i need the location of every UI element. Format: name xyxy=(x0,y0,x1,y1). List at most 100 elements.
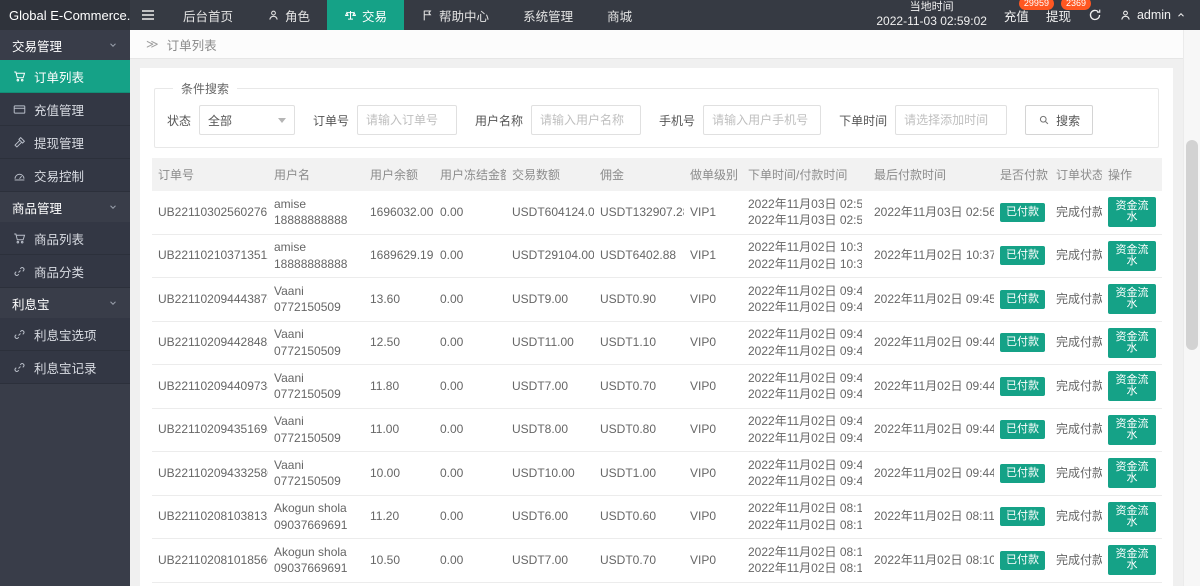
user-phone: 0772150509 xyxy=(274,430,341,445)
fund-flow-button[interactable]: 资金流水 xyxy=(1108,501,1156,532)
table-row: UB2211020943516989 Vaani 0772150509 11.0… xyxy=(152,408,1162,452)
sidebar-item-withdraw[interactable]: 提现管理 xyxy=(0,126,130,159)
sidebar-item-interest-options[interactable]: 利息宝选项 xyxy=(0,318,130,351)
paid-badge: 已付款 xyxy=(1000,420,1045,440)
fund-flow-button[interactable]: 资金流水 xyxy=(1108,545,1156,576)
order-time: 2022年11月02日 09:44:43 xyxy=(748,283,862,298)
order-id-input[interactable] xyxy=(357,105,458,135)
user-balance: 10.00 xyxy=(370,465,401,480)
sidebar-item-trade-control[interactable]: 交易控制 xyxy=(0,159,130,192)
pay-time: 2022年11月02日 09:44:17 xyxy=(748,387,862,401)
order-id: UB2211020943325804 xyxy=(158,465,268,480)
vip-level: VIP0 xyxy=(690,422,717,437)
user-menu[interactable]: admin xyxy=(1119,8,1186,22)
withdraw-badge: 2369 xyxy=(1060,0,1091,10)
col-commission: 佣金 xyxy=(594,158,684,191)
pay-time: 2022年11月02日 08:10:27 xyxy=(748,561,862,575)
fund-flow-button[interactable]: 资金流水 xyxy=(1108,327,1156,358)
commission: USDT0.80 xyxy=(600,422,657,437)
user-phone: 18888888888 xyxy=(274,213,348,227)
order-time-input[interactable] xyxy=(895,105,1008,135)
user-phone: 18888888888 xyxy=(274,256,348,271)
app-logo: Global E-Commerce... xyxy=(0,0,130,30)
scale-icon xyxy=(344,9,357,22)
nav-trade[interactable]: 交易 xyxy=(327,0,405,30)
topbar-right: 当地时间 2022-11-03 02:59:02 充值 29959 提现 236… xyxy=(876,0,1200,30)
sidebar-item-goods-category[interactable]: 商品分类 xyxy=(0,255,130,288)
trade-amount: USDT7.00 xyxy=(512,552,569,567)
sidebar-item-interest-records[interactable]: 利息宝记录 xyxy=(0,351,130,384)
scrollbar-thumb[interactable] xyxy=(1186,140,1198,350)
orders-table: 订单号 用户名 用户余额 用户冻结金额 交易数额 佣金 做单级别 下单时间/付款… xyxy=(152,158,1162,586)
order-id: UB2211020810381326 xyxy=(158,509,268,524)
nav-roles[interactable]: 角色 xyxy=(250,0,327,30)
order-id: UB2211020944284823 xyxy=(158,335,268,350)
fund-flow-button[interactable]: 资金流水 xyxy=(1108,458,1156,489)
nav-system[interactable]: 系统管理 xyxy=(506,0,590,30)
vip-level: VIP0 xyxy=(690,465,717,480)
username-input[interactable] xyxy=(531,105,642,135)
user-balance: 11.00 xyxy=(370,422,400,437)
content-card: 条件搜索 状态 全部 订单号 用户名称 手 xyxy=(140,68,1173,586)
commission: USDT0.90 xyxy=(600,291,657,306)
frozen-amount: 0.00 xyxy=(440,422,464,437)
user-balance: 1696032.00 xyxy=(370,204,434,219)
nav-help-center[interactable]: 帮助中心 xyxy=(404,0,506,30)
withdraw-link[interactable]: 提现 2369 xyxy=(1046,0,1091,25)
sidebar-item-goods-list[interactable]: 商品列表 xyxy=(0,222,130,255)
user-phone: 0772150509 xyxy=(274,300,341,314)
order-time: 2022年11月02日 09:44:09 xyxy=(748,370,862,385)
order-status: 完成付款 xyxy=(1056,465,1102,480)
commission: USDT1.10 xyxy=(600,335,657,350)
vip-level: VIP0 xyxy=(690,509,717,524)
table-row: UB2211020809598483 Akogun shola 09037669… xyxy=(152,582,1162,586)
fund-flow-button[interactable]: 资金流水 xyxy=(1108,414,1156,445)
user-name: Akogun shola xyxy=(274,501,347,515)
status-select[interactable]: 全部 xyxy=(199,105,296,135)
recharge-link[interactable]: 充值 29959 xyxy=(1004,0,1054,25)
sidebar-item-order-list[interactable]: 订单列表 xyxy=(0,60,130,93)
trade-amount: USDT10.00 xyxy=(512,465,575,480)
top-nav: 后台首页 角色 交易 帮助中心 系统管理 商城 xyxy=(166,0,649,30)
phone-input[interactable] xyxy=(703,105,822,135)
user-balance: 10.50 xyxy=(370,552,401,567)
search-button[interactable]: 搜索 xyxy=(1025,105,1094,135)
sidebar: 交易管理 订单列表 充值管理 提现管理 交易控制 商品管理 商品列表 商品分类 … xyxy=(0,30,130,586)
commission: USDT132907.28 xyxy=(600,204,684,219)
order-time: 2022年11月02日 10:37:13 xyxy=(748,240,862,254)
frozen-amount: 0.00 xyxy=(440,204,464,219)
trade-amount: USDT604124.00 xyxy=(512,204,594,219)
paid-badge: 已付款 xyxy=(1000,507,1045,527)
col-order-time: 下单时间/付款时间 xyxy=(742,158,868,191)
order-id: UB2211020944438763 xyxy=(158,291,268,306)
vertical-scrollbar[interactable] xyxy=(1183,30,1200,586)
pay-time: 2022年11月02日 09:44:51 xyxy=(748,300,862,314)
user-balance: 13.60 xyxy=(370,291,401,306)
user-balance: 11.20 xyxy=(370,509,400,524)
sidebar-group-goods[interactable]: 商品管理 xyxy=(0,192,130,222)
col-paid: 是否付款 xyxy=(994,158,1050,191)
sidebar-group-trade[interactable]: 交易管理 xyxy=(0,30,130,60)
breadcrumb: ≫ 订单列表 xyxy=(130,30,1183,59)
col-username: 用户名 xyxy=(268,158,364,191)
order-id: UB2211021037135125 xyxy=(158,248,268,263)
vip-level: VIP1 xyxy=(690,248,717,263)
last-pay-time: 2022年11月02日 09:44:58 xyxy=(874,335,994,350)
vip-level: VIP0 xyxy=(690,291,717,306)
nav-dashboard[interactable]: 后台首页 xyxy=(166,0,250,30)
nav-mall[interactable]: 商城 xyxy=(590,0,649,30)
order-time: 2022年11月03日 02:56:02 xyxy=(748,196,862,211)
user-phone: 0772150509 xyxy=(274,343,341,358)
fund-flow-button[interactable]: 资金流水 xyxy=(1108,284,1156,315)
order-id: UB2211030256027615 xyxy=(158,204,268,219)
table-row: UB2211020944284823 Vaani 0772150509 12.5… xyxy=(152,321,1162,365)
sidebar-group-interest[interactable]: 利息宝 xyxy=(0,288,130,318)
order-id: UB2211020943516989 xyxy=(158,422,268,437)
refresh-icon[interactable] xyxy=(1088,8,1102,22)
sidebar-item-recharge[interactable]: 充值管理 xyxy=(0,93,130,126)
fund-flow-button[interactable]: 资金流水 xyxy=(1108,371,1156,402)
menu-toggle-icon[interactable] xyxy=(130,0,166,30)
fund-flow-button[interactable]: 资金流水 xyxy=(1108,197,1156,228)
local-time: 当地时间 2022-11-03 02:59:02 xyxy=(876,1,987,30)
fund-flow-button[interactable]: 资金流水 xyxy=(1108,240,1156,271)
